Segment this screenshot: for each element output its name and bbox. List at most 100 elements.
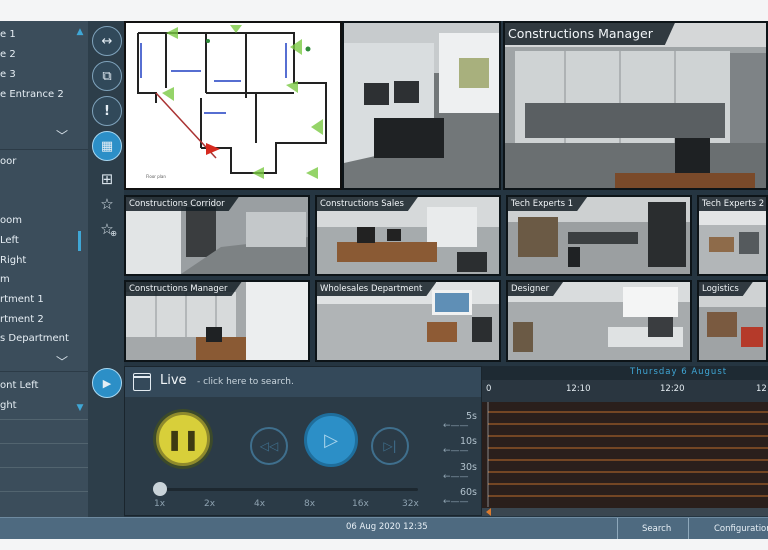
add-favorite-button[interactable]: ☆ ⊕ (97, 219, 117, 239)
plus-icon: ⊕ (110, 229, 117, 238)
camera-tile[interactable]: Designer (506, 280, 692, 362)
tick-label: 0 (486, 384, 492, 394)
window-button[interactable]: ⧉ (92, 61, 122, 91)
list-item[interactable]: oom (0, 211, 78, 231)
arrow-left-icon: ←—— (443, 497, 469, 507)
list-item[interactable]: rtment 1 (0, 290, 78, 310)
tab-configuration[interactable]: Configuration (714, 521, 768, 537)
list-item[interactable]: e Entrance 2 (0, 85, 78, 105)
expand-button[interactable]: ↔ (92, 26, 122, 56)
timeline-panel[interactable]: Thursday 6 August 0 12:10 12:20 12 (482, 366, 768, 516)
camera-label: Wholesales Department (317, 282, 436, 296)
play-icon: ▶ (102, 376, 112, 390)
pause-button[interactable]: ❚❚ (156, 412, 210, 466)
alert-button[interactable]: ! (92, 96, 122, 126)
list-item[interactable]: ght (0, 396, 78, 416)
tick-label: 12:10 (566, 384, 591, 394)
camera-tile[interactable]: Constructions Manager (124, 280, 310, 362)
rewind-button[interactable]: ◁◁ (250, 427, 288, 465)
layout-icon: ▦ (100, 138, 114, 154)
speed-label: 4x (254, 499, 266, 509)
arrow-left-icon: ←—— (443, 446, 469, 456)
speed-slider-thumb[interactable] (153, 482, 167, 496)
list-item[interactable]: m (0, 270, 78, 290)
next-frame-button[interactable]: ▷| (371, 427, 409, 465)
floorplan-drawing: Floor plan (137, 25, 327, 179)
divider (0, 371, 88, 372)
camera-tile-main[interactable]: Constructions Manager (503, 21, 768, 190)
speed-label: 8x (304, 499, 316, 509)
tab-search[interactable]: Search (642, 521, 671, 537)
camera-list-panel[interactable]: ▲ e 1 e 2 e 3 e Entrance 2 ﹀ oor oom Lef… (0, 21, 88, 517)
calendar-icon[interactable] (133, 373, 151, 391)
empty-row (0, 491, 88, 515)
search-hint[interactable]: - click here to search. (197, 377, 294, 387)
empty-row (0, 419, 88, 443)
scrollbar-thumb[interactable] (78, 231, 81, 251)
camera-label: Constructions Corridor (126, 197, 239, 211)
play-toggle-button[interactable]: ▶ (92, 368, 122, 398)
timeline-date: Thursday 6 August (630, 367, 728, 377)
camera-tile-lobby[interactable] (342, 21, 501, 190)
list-item[interactable]: e 3 (0, 65, 78, 85)
list-item[interactable]: rtment 2 (0, 310, 78, 330)
star-icon: ☆ (100, 195, 114, 213)
arrow-left-icon: ←—— (443, 421, 469, 431)
live-label: Live (160, 373, 187, 388)
floorplan-map[interactable]: Floor plan (124, 21, 342, 190)
camera-label: Constructions Sales (317, 197, 418, 211)
list-item[interactable]: e 1 (0, 25, 78, 45)
playback-panel: Live - click here to search. ❚❚ ◁◁ ▷ ▷| … (124, 366, 482, 516)
list-item[interactable]: Right (0, 251, 78, 271)
step-back-controls: 5s ←—— 10s ←—— 30s ←—— 60s ←—— (443, 409, 477, 509)
svg-text:Floor plan: Floor plan (146, 174, 166, 179)
speed-label: 16x (352, 499, 369, 509)
grid-button[interactable]: ⊞ (97, 169, 117, 189)
camera-tile[interactable]: Logistics (697, 280, 768, 362)
window-icon: ⧉ (102, 68, 112, 84)
camera-label: Tech Experts 2 (699, 197, 768, 211)
scroll-down-arrow[interactable]: ▼ (75, 403, 85, 413)
list-item[interactable]: oor (0, 152, 78, 172)
speed-slider-track[interactable] (158, 488, 418, 491)
camera-tile[interactable]: Tech Experts 2 (697, 195, 768, 276)
timeline-tracks (482, 402, 768, 516)
bottom-strip (0, 539, 768, 550)
empty-row (0, 443, 88, 467)
empty-row (0, 467, 88, 491)
favorites-button[interactable]: ☆ (97, 194, 117, 214)
speed-label: 32x (402, 499, 419, 509)
camera-label: Tech Experts 1 (508, 197, 587, 211)
tick-label: 12:20 (660, 384, 685, 394)
camera-view-main (505, 23, 766, 188)
camera-tile[interactable]: Tech Experts 1 (506, 195, 692, 276)
chevron-down-icon[interactable]: ﹀ (56, 353, 68, 370)
camera-tile[interactable]: Constructions Corridor (124, 195, 310, 276)
list-item[interactable]: Left (0, 231, 78, 251)
timeline-ticks: 0 12:10 12:20 12 (482, 380, 768, 402)
top-strip (0, 0, 768, 21)
divider (688, 518, 689, 540)
playback-header[interactable]: Live - click here to search. (125, 367, 481, 397)
divider (617, 518, 618, 540)
speed-label: 1x (154, 499, 166, 509)
next-frame-icon: ▷| (383, 439, 397, 453)
speed-label: 2x (204, 499, 216, 509)
arrow-left-icon: ←—— (443, 472, 469, 482)
list-item[interactable]: ont Left (0, 376, 78, 396)
tool-strip: ↔ ⧉ ! ▦ ⊞ ☆ ☆ ⊕ ▶ (88, 21, 124, 517)
camera-view-lobby (344, 23, 499, 188)
rewind-icon: ◁◁ (259, 439, 279, 453)
play-icon: ▷ (324, 429, 338, 451)
list-item[interactable]: s Department (0, 329, 78, 349)
list-item[interactable]: e 2 (0, 45, 78, 65)
play-button[interactable]: ▷ (304, 413, 358, 467)
chevron-down-icon[interactable]: ﹀ (56, 127, 68, 144)
camera-label: Constructions Manager (505, 23, 675, 45)
camera-tile[interactable]: Wholesales Department (315, 280, 501, 362)
divider (0, 149, 88, 150)
expand-icon: ↔ (101, 33, 113, 49)
layout-button[interactable]: ▦ (92, 131, 122, 161)
alert-icon: ! (104, 103, 110, 119)
camera-tile[interactable]: Constructions Sales (315, 195, 501, 276)
